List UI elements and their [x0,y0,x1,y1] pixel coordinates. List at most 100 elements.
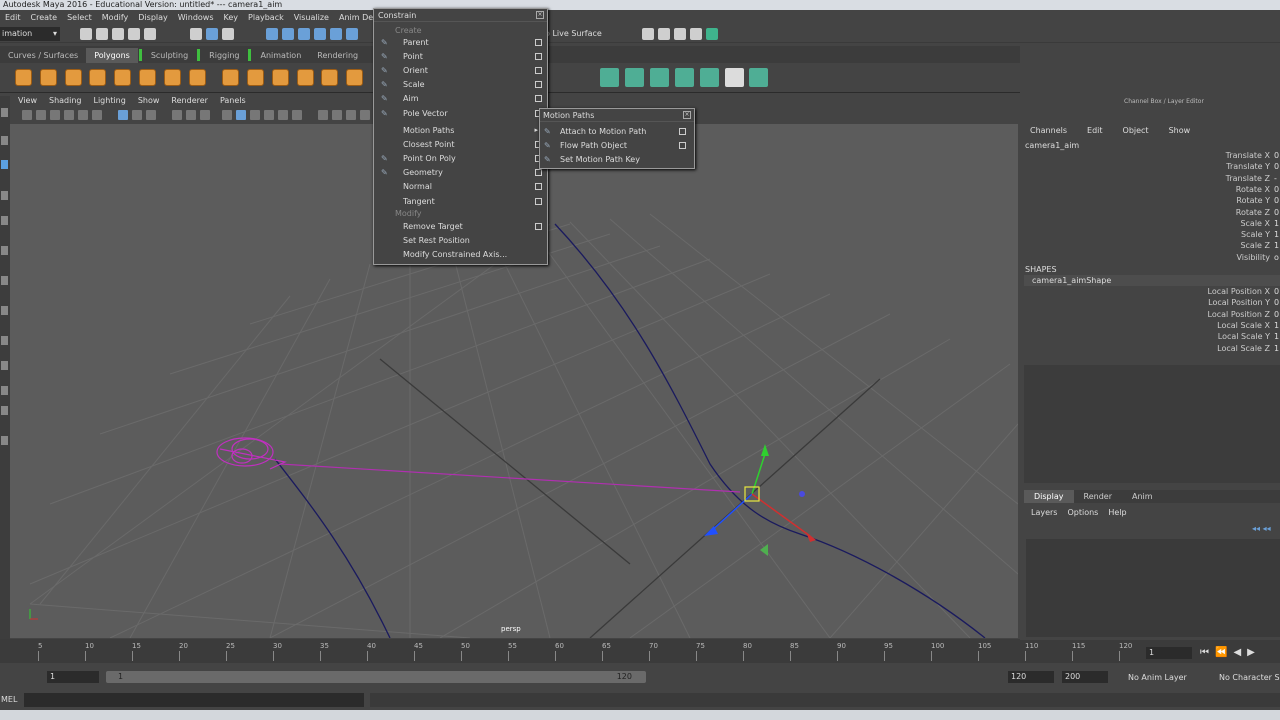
attr-label-translate-y[interactable]: Translate Y [1226,162,1270,171]
menu-item-normal[interactable]: Normal [374,180,547,193]
render-frame-icon[interactable] [658,28,670,40]
boolean-icon[interactable] [321,69,338,86]
multisample-icon[interactable] [346,110,356,120]
poly-platonic-icon[interactable] [189,69,206,86]
grid-toggle-icon[interactable] [118,110,128,120]
character-set-selector[interactable]: No Character Set [1219,673,1280,682]
step-back-key-icon[interactable]: ⏪ [1215,647,1233,658]
option-box-icon[interactable] [535,67,542,75]
extrude-icon[interactable] [600,68,619,87]
image-plane-icon[interactable] [64,110,74,120]
poly-cube-icon[interactable] [40,69,57,86]
film-gate-icon[interactable] [132,110,142,120]
ipr-render-icon[interactable] [674,28,686,40]
append-polygon-icon[interactable] [675,68,694,87]
attr-value-rotate-y[interactable]: 0 [1274,196,1280,205]
menu-edit[interactable]: Edit [0,13,26,22]
render-settings-icon[interactable] [690,28,702,40]
option-box-icon[interactable] [535,81,542,89]
menu-select[interactable]: Select [62,13,97,22]
attr-value-scale-x[interactable]: 1 [1274,219,1280,228]
attr-value-translate-x[interactable]: 0 [1274,151,1280,160]
poly-sphere-icon[interactable] [15,69,32,86]
panel-menu-shading[interactable]: Shading [43,96,88,108]
undo-icon[interactable] [128,28,140,40]
panel-menu-lighting[interactable]: Lighting [87,96,131,108]
snap-grid-icon[interactable] [266,28,278,40]
poly-disc-icon[interactable] [164,69,181,86]
layout-two-icon[interactable] [1,386,8,395]
channels-menu[interactable]: Channels [1020,126,1077,135]
menu-item-attach-to-motion-path[interactable]: ✎ Attach to Motion Path [540,125,694,138]
anim-layer-selector[interactable]: No Anim Layer [1128,673,1187,682]
panel-menu-panels[interactable]: Panels [214,96,252,108]
attr-label-scale-y[interactable]: Scale Y [1241,230,1270,239]
camera-select-icon[interactable] [22,110,32,120]
attr-label-local-position-y[interactable]: Local Position Y [1208,298,1270,307]
attr-label-translate-z[interactable]: Translate Z [1226,174,1270,183]
menu-visualize[interactable]: Visualize [289,13,334,22]
menu-item-pole-vector[interactable]: ✎ Pole Vector [374,107,547,120]
select-component-icon[interactable] [222,28,234,40]
help-menu[interactable]: Help [1103,508,1131,517]
target-weld-icon[interactable] [749,68,768,87]
gate-mask-icon[interactable] [172,110,182,120]
lasso-tool-icon[interactable] [1,136,8,145]
save-scene-icon[interactable] [112,28,124,40]
scale-tool-icon[interactable] [1,216,8,225]
attr-label-rotate-x[interactable]: Rotate X [1236,185,1270,194]
option-box-icon[interactable] [679,142,686,150]
outliner-icon[interactable] [1,361,8,370]
menu-item-point[interactable]: ✎ Point [374,50,547,63]
poly-plane-icon[interactable] [139,69,156,86]
menu-item-parent[interactable]: ✎ Parent [374,36,547,49]
show-menu[interactable]: Show [1159,126,1201,135]
layout-persp-outliner-icon[interactable] [1,306,8,315]
option-box-icon[interactable] [679,128,686,135]
menu-display[interactable]: Display [133,13,173,22]
poly-cone-icon[interactable] [89,69,106,86]
layers-menu[interactable]: Layers [1026,508,1062,517]
shelf-tab-rendering[interactable]: Rendering [309,48,366,63]
attr-value-local-scale-y[interactable]: 1 [1274,332,1280,341]
new-scene-icon[interactable] [80,28,92,40]
safe-action-icon[interactable] [200,110,210,120]
start-frame-field[interactable]: 1 [47,671,99,683]
bridge-icon[interactable] [625,68,644,87]
menu-item-remove-target[interactable]: Remove Target [374,220,547,233]
attr-label-visibility[interactable]: Visibility [1236,253,1270,262]
resolution-gate-icon[interactable] [146,110,156,120]
render-view-icon[interactable] [642,28,654,40]
attr-label-local-position-x[interactable]: Local Position X [1208,287,1270,296]
move-tool-icon[interactable] [1,160,8,169]
multi-cut-icon[interactable] [725,68,744,87]
shelf-tab-curves-surfaces[interactable]: Curves / Surfaces [0,48,86,63]
motion-blur-icon[interactable] [332,110,342,120]
shelf-tab-rigging[interactable]: Rigging [201,48,247,63]
extract-icon[interactable] [272,69,289,86]
layout-single-icon[interactable] [1,246,8,255]
menu-key[interactable]: Key [219,13,244,22]
attr-label-local-scale-y[interactable]: Local Scale Y [1218,332,1270,341]
select-hierarchy-icon[interactable] [190,28,202,40]
menu-item-aim[interactable]: ✎ Aim [374,92,547,105]
layer-arrow-icons[interactable]: ◂◂ ◂◂ [1252,524,1271,533]
menu-item-geometry[interactable]: ✎ Geometry [374,166,547,179]
layout-four-icon[interactable] [1,276,8,285]
live-surface-label[interactable]: o Live Surface [545,29,602,38]
menu-item-closest-point[interactable]: Closest Point [374,138,547,151]
menu-item-modify-constrained-axis[interactable]: Modify Constrained Axis... [374,248,547,261]
attr-value-visibility[interactable]: o [1274,253,1280,262]
select-tool-icon[interactable] [1,108,8,117]
option-box-icon[interactable] [535,53,542,61]
close-icon[interactable]: × [683,111,691,119]
poly-torus-icon[interactable] [114,69,131,86]
menu-item-flow-path-object[interactable]: ✎ Flow Path Object [540,139,694,152]
menu-set-selector[interactable]: imation ▾ [0,27,60,41]
shelf-tab-animation[interactable]: Animation [252,48,309,63]
option-box-icon[interactable] [535,197,542,205]
menu-item-set-rest-position[interactable]: Set Rest Position [374,234,547,247]
menu-windows[interactable]: Windows [173,13,219,22]
isolate-select-icon[interactable] [360,110,370,120]
attr-label-rotate-y[interactable]: Rotate Y [1236,196,1270,205]
